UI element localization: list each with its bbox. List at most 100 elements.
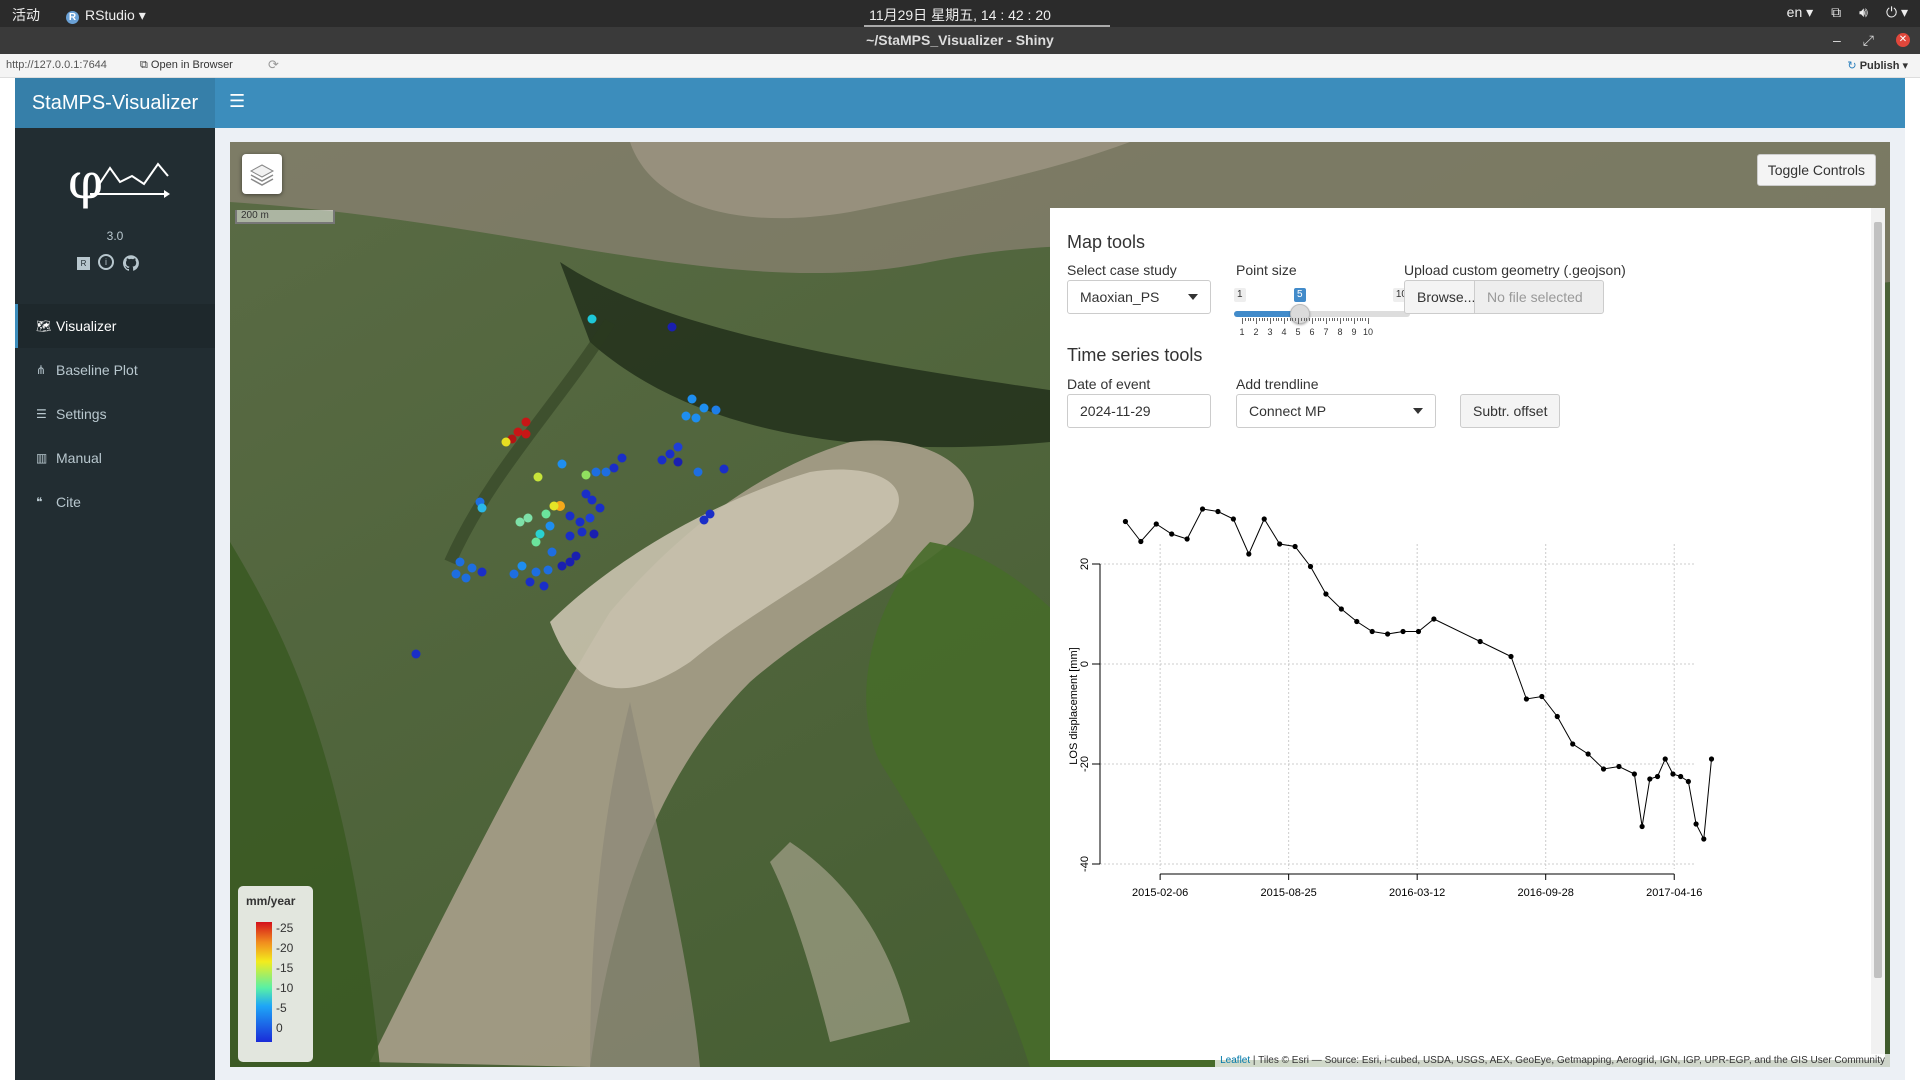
slider-minor-tick bbox=[1244, 318, 1246, 321]
app-header: StaMPS-Visualizer ☰ bbox=[15, 78, 1905, 128]
slider-minor-tick bbox=[1345, 318, 1347, 321]
volume-icon[interactable]: 🔊︎ bbox=[1859, 4, 1868, 21]
power-icon[interactable]: ⏻ ▾ bbox=[1886, 4, 1908, 21]
data-point bbox=[1647, 776, 1653, 782]
data-point bbox=[1678, 773, 1684, 780]
book-icon: ▥ bbox=[36, 451, 48, 465]
clock[interactable]: 11月29日 星期五, 14 : 42 : 20 bbox=[869, 7, 1051, 23]
point-size-label: Point size bbox=[1236, 262, 1297, 278]
trendline-value: Connect MP bbox=[1249, 403, 1327, 419]
point-size-slider[interactable]: 1 5 10 1 2 3 4 5 6 7 8 9 10 bbox=[1234, 288, 1414, 343]
slider-minor-tick bbox=[1289, 318, 1291, 321]
slider-tick bbox=[1284, 318, 1285, 324]
sidebar-toggle-icon[interactable]: ☰ bbox=[229, 91, 245, 112]
leaflet-map[interactable]: 200 m mm/year -25 -20 -15 -10 -5 0 Toggl… bbox=[230, 142, 1890, 1067]
slider-minor-tick bbox=[1281, 318, 1283, 321]
minimize-icon[interactable]: – bbox=[1833, 27, 1841, 54]
series-points bbox=[1122, 506, 1715, 842]
data-point bbox=[1199, 506, 1206, 512]
layers-control-button[interactable] bbox=[242, 154, 282, 194]
browser-icon: ⧉ bbox=[140, 59, 148, 71]
slider-tick bbox=[1256, 318, 1257, 324]
sidebar-item-visualizer[interactable]: 🗺︎ Visualizer bbox=[15, 304, 215, 348]
slider-tick bbox=[1298, 318, 1299, 324]
color-legend: mm/year -25 -20 -15 -10 -5 0 bbox=[238, 886, 313, 1062]
toggle-controls-button[interactable]: Toggle Controls bbox=[1756, 154, 1876, 186]
leaflet-link[interactable]: Leaflet bbox=[1220, 1055, 1250, 1066]
time-series-tools-title: Time series tools bbox=[1067, 345, 1203, 365]
github-icon[interactable] bbox=[122, 254, 140, 272]
layers-icon bbox=[249, 164, 275, 186]
sidebar-item-baseline-plot[interactable]: ⋔ Baseline Plot bbox=[15, 348, 215, 392]
slider-minor-tick bbox=[1303, 318, 1305, 321]
y-tick-label: 0 bbox=[1079, 661, 1091, 667]
data-point bbox=[1701, 836, 1707, 842]
trendline-select[interactable]: Connect MP bbox=[1236, 394, 1436, 428]
slider-minor-tick bbox=[1365, 318, 1367, 321]
slider-tick-label: 6 bbox=[1309, 327, 1315, 337]
app-brand[interactable]: StaMPS-Visualizer bbox=[15, 78, 215, 128]
map-icon: 🗺︎ bbox=[36, 319, 52, 333]
data-point bbox=[1246, 551, 1252, 557]
upload-label: Upload custom geometry (.geojson) bbox=[1404, 262, 1626, 278]
legend-label: -15 bbox=[276, 961, 294, 975]
legend-label: -25 bbox=[276, 921, 294, 935]
data-point bbox=[1215, 508, 1221, 515]
add-trendline-label: Add trendline bbox=[1236, 376, 1319, 392]
publish-button[interactable]: ↻ Publish ▾ bbox=[1847, 59, 1908, 72]
legend-title: mm/year bbox=[246, 894, 296, 908]
chart-axes: 20 0 -20 -40 2015-02-06 2015-08-25 2016-03-12 2… bbox=[1079, 558, 1702, 899]
slider-minor-tick bbox=[1275, 318, 1277, 321]
viewer-url[interactable]: http://127.0.0.1:7644 bbox=[6, 59, 107, 71]
sidebar-item-label: Manual bbox=[56, 450, 102, 466]
case-study-select[interactable]: Maoxian_PS bbox=[1067, 280, 1211, 314]
chart-grid bbox=[1100, 544, 1695, 869]
slider-min-label: 1 bbox=[1234, 288, 1246, 302]
orcid-icon[interactable]: i bbox=[98, 254, 114, 270]
language-indicator[interactable]: en ▾ bbox=[1787, 4, 1814, 21]
slider-tick-label: 2 bbox=[1253, 327, 1259, 337]
data-point bbox=[1631, 771, 1637, 777]
slider-minor-tick bbox=[1300, 318, 1302, 321]
slider-tick-label: 10 bbox=[1362, 327, 1374, 337]
data-point bbox=[1292, 543, 1298, 550]
rg-icon[interactable]: R bbox=[77, 257, 90, 270]
shiny-app: StaMPS-Visualizer ☰ φ 3.0 R i 🗺︎ Visualiz… bbox=[15, 78, 1905, 1080]
sidebar-item-settings[interactable]: ☰ Settings bbox=[15, 392, 215, 436]
scrollbar-thumb[interactable] bbox=[1874, 222, 1882, 978]
data-point bbox=[1708, 756, 1715, 762]
sidebar-links: R i bbox=[77, 254, 140, 272]
subtract-offset-button[interactable]: Subtr. offset bbox=[1460, 394, 1561, 428]
sidebar: φ 3.0 R i 🗺︎ Visualizer ⋔ Baseline Plot ☰ S… bbox=[15, 128, 215, 1080]
slider-tick-label: 1 bbox=[1239, 327, 1245, 337]
slider-minor-tick bbox=[1331, 318, 1333, 321]
data-point bbox=[1354, 618, 1360, 625]
data-point bbox=[1639, 823, 1645, 830]
slider-tick bbox=[1312, 318, 1313, 324]
legend-label: -20 bbox=[276, 941, 294, 955]
date-of-event-input[interactable]: 2024-11-29 bbox=[1067, 394, 1211, 428]
y-tick-label: 20 bbox=[1079, 558, 1091, 570]
app-version: 3.0 bbox=[106, 229, 124, 243]
ps-points[interactable] bbox=[411, 314, 729, 659]
panel-scrollbar[interactable] bbox=[1871, 208, 1885, 1060]
case-study-label: Select case study bbox=[1067, 262, 1177, 278]
slider-minor-tick bbox=[1351, 318, 1353, 321]
close-icon[interactable]: ✕ bbox=[1896, 33, 1910, 47]
refresh-icon[interactable]: ⟳ bbox=[268, 57, 279, 73]
sidebar-item-manual[interactable]: ▥ Manual bbox=[15, 436, 215, 480]
maximize-icon[interactable]: ⤢ bbox=[1863, 27, 1874, 54]
sidebar-item-label: Baseline Plot bbox=[56, 362, 138, 378]
slider-minor-tick bbox=[1292, 318, 1294, 321]
slider-minor-tick bbox=[1258, 318, 1260, 321]
slider-minor-tick bbox=[1314, 318, 1316, 321]
network-icon[interactable]: ⧉ bbox=[1831, 4, 1841, 21]
slider-minor-tick bbox=[1295, 318, 1297, 321]
data-point bbox=[1323, 591, 1329, 597]
slider-handle[interactable] bbox=[1290, 304, 1310, 324]
data-point bbox=[1654, 773, 1661, 780]
slider-minor-tick bbox=[1337, 318, 1339, 321]
open-in-browser-button[interactable]: ⧉ Open in Browser bbox=[140, 59, 233, 72]
slider-tick bbox=[1270, 318, 1271, 324]
sidebar-item-cite[interactable]: ❝ Cite bbox=[15, 480, 215, 524]
